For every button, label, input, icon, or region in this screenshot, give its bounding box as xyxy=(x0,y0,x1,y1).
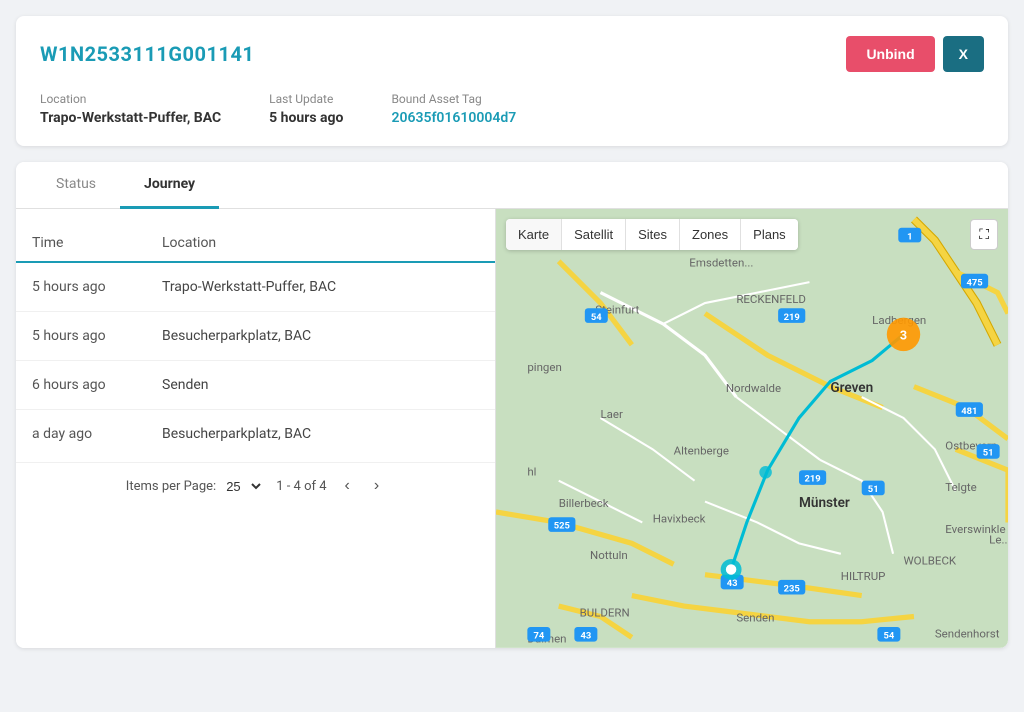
table-row: 5 hours agoBesucherparkplatz, BAC xyxy=(16,312,495,361)
prev-page-button[interactable]: ‹ xyxy=(339,475,356,497)
svg-text:Billerbeck: Billerbeck xyxy=(559,496,609,510)
svg-text:54: 54 xyxy=(591,312,602,323)
map-control-sites[interactable]: Sites xyxy=(626,219,680,250)
svg-text:219: 219 xyxy=(784,312,800,323)
last-update-label: Last Update xyxy=(269,92,343,106)
svg-text:Emsdetten...: Emsdetten... xyxy=(689,255,753,269)
tab-journey[interactable]: Journey xyxy=(120,162,219,209)
location-meta: Location Trapo-Werkstatt-Puffer, BAC xyxy=(40,92,221,126)
tabs-bar: Status Journey xyxy=(16,162,1008,209)
close-button[interactable]: X xyxy=(943,36,984,72)
svg-text:43: 43 xyxy=(580,630,591,641)
page-info: 1 - 4 of 4 xyxy=(276,479,326,494)
svg-text:pingen: pingen xyxy=(527,360,561,374)
asset-id: W1N2533111G001141 xyxy=(40,42,254,66)
location-label: Location xyxy=(40,92,221,106)
row-time: 5 hours ago xyxy=(16,312,146,361)
items-per-page-wrapper: Items per Page: 25 50 100 xyxy=(126,478,264,495)
svg-text:Nordwalde: Nordwalde xyxy=(726,381,781,395)
svg-text:Havixbeck: Havixbeck xyxy=(653,511,706,525)
col-time-header: Time xyxy=(16,225,146,262)
svg-text:219: 219 xyxy=(805,474,821,485)
svg-text:74: 74 xyxy=(533,630,544,641)
last-update-value: 5 hours ago xyxy=(269,110,343,126)
journey-panel: Time Location 5 hours agoTrapo-Werkstatt… xyxy=(16,209,496,648)
items-per-page-label: Items per Page: xyxy=(126,479,216,494)
map-control-karte[interactable]: Karte xyxy=(506,219,562,250)
map-control-zones[interactable]: Zones xyxy=(680,219,741,250)
asset-card: W1N2533111G001141 Unbind X Location Trap… xyxy=(16,16,1008,146)
content-area: Time Location 5 hours agoTrapo-Werkstatt… xyxy=(16,209,1008,648)
svg-text:525: 525 xyxy=(554,521,570,532)
svg-text:Sendenhorst: Sendenhorst xyxy=(935,626,1000,640)
next-page-button[interactable]: › xyxy=(368,475,385,497)
map-control-satellit[interactable]: Satellit xyxy=(562,219,626,250)
svg-text:Nottuln: Nottuln xyxy=(590,548,628,562)
journey-table: Time Location 5 hours agoTrapo-Werkstatt… xyxy=(16,225,495,458)
map-panel: Karte Satellit Sites Zones Plans ⛶ xyxy=(496,209,1008,648)
svg-text:235: 235 xyxy=(784,583,800,594)
row-location: Trapo-Werkstatt-Puffer, BAC xyxy=(146,262,495,312)
bound-tag-label: Bound Asset Tag xyxy=(391,92,516,106)
tab-status[interactable]: Status xyxy=(32,162,120,209)
bound-tag-meta: Bound Asset Tag 20635f01610004d7 xyxy=(391,92,516,126)
svg-text:481: 481 xyxy=(961,406,977,417)
svg-text:1: 1 xyxy=(907,231,912,242)
svg-text:Senden: Senden xyxy=(736,611,774,625)
header-buttons: Unbind X xyxy=(846,36,984,72)
table-row: 5 hours agoTrapo-Werkstatt-Puffer, BAC xyxy=(16,262,495,312)
table-row: 6 hours agoSenden xyxy=(16,361,495,410)
asset-card-header: W1N2533111G001141 Unbind X xyxy=(40,36,984,72)
row-location: Senden xyxy=(146,361,495,410)
svg-text:Telgte: Telgte xyxy=(945,480,976,494)
items-per-page-select[interactable]: 25 50 100 xyxy=(222,478,264,495)
table-row: a day agoBesucherparkplatz, BAC xyxy=(16,410,495,459)
col-location-header: Location xyxy=(146,225,495,262)
location-value: Trapo-Werkstatt-Puffer, BAC xyxy=(40,110,221,126)
map-controls: Karte Satellit Sites Zones Plans xyxy=(506,219,798,250)
svg-text:Münster: Münster xyxy=(799,495,850,511)
row-time: a day ago xyxy=(16,410,146,459)
row-time: 6 hours ago xyxy=(16,361,146,410)
svg-text:475: 475 xyxy=(966,277,982,288)
svg-text:hl: hl xyxy=(527,464,536,478)
svg-text:Laer: Laer xyxy=(600,407,623,421)
svg-text:51: 51 xyxy=(868,484,879,495)
pagination-row: Items per Page: 25 50 100 1 - 4 of 4 ‹ › xyxy=(16,462,495,509)
tabs-section: Status Journey Time Location 5 hours ago… xyxy=(16,162,1008,648)
row-time: 5 hours ago xyxy=(16,262,146,312)
svg-text:Greven: Greven xyxy=(830,380,873,396)
asset-meta: Location Trapo-Werkstatt-Puffer, BAC Las… xyxy=(40,92,984,126)
table-header-row: Time Location xyxy=(16,225,495,262)
svg-text:Altenberge: Altenberge xyxy=(674,444,729,458)
row-location: Besucherparkplatz, BAC xyxy=(146,312,495,361)
svg-text:3: 3 xyxy=(900,329,907,344)
svg-text:BULDERN: BULDERN xyxy=(580,605,630,619)
svg-text:51: 51 xyxy=(983,448,994,459)
svg-text:WOLBECK: WOLBECK xyxy=(904,553,957,567)
row-location: Besucherparkplatz, BAC xyxy=(146,410,495,459)
last-update-meta: Last Update 5 hours ago xyxy=(269,92,343,126)
svg-text:HILTRUP: HILTRUP xyxy=(841,569,886,583)
map-svg: Münster Greven Ladbergen Steinfurt RECKE… xyxy=(496,209,1008,648)
svg-text:54: 54 xyxy=(883,630,894,641)
svg-text:RECKENFELD: RECKENFELD xyxy=(736,292,806,306)
svg-text:Le...: Le... xyxy=(989,532,1008,546)
map-expand-button[interactable]: ⛶ xyxy=(970,219,998,250)
bound-tag-value[interactable]: 20635f01610004d7 xyxy=(391,110,516,126)
map-control-plans[interactable]: Plans xyxy=(741,219,798,250)
unbind-button[interactable]: Unbind xyxy=(846,36,934,72)
